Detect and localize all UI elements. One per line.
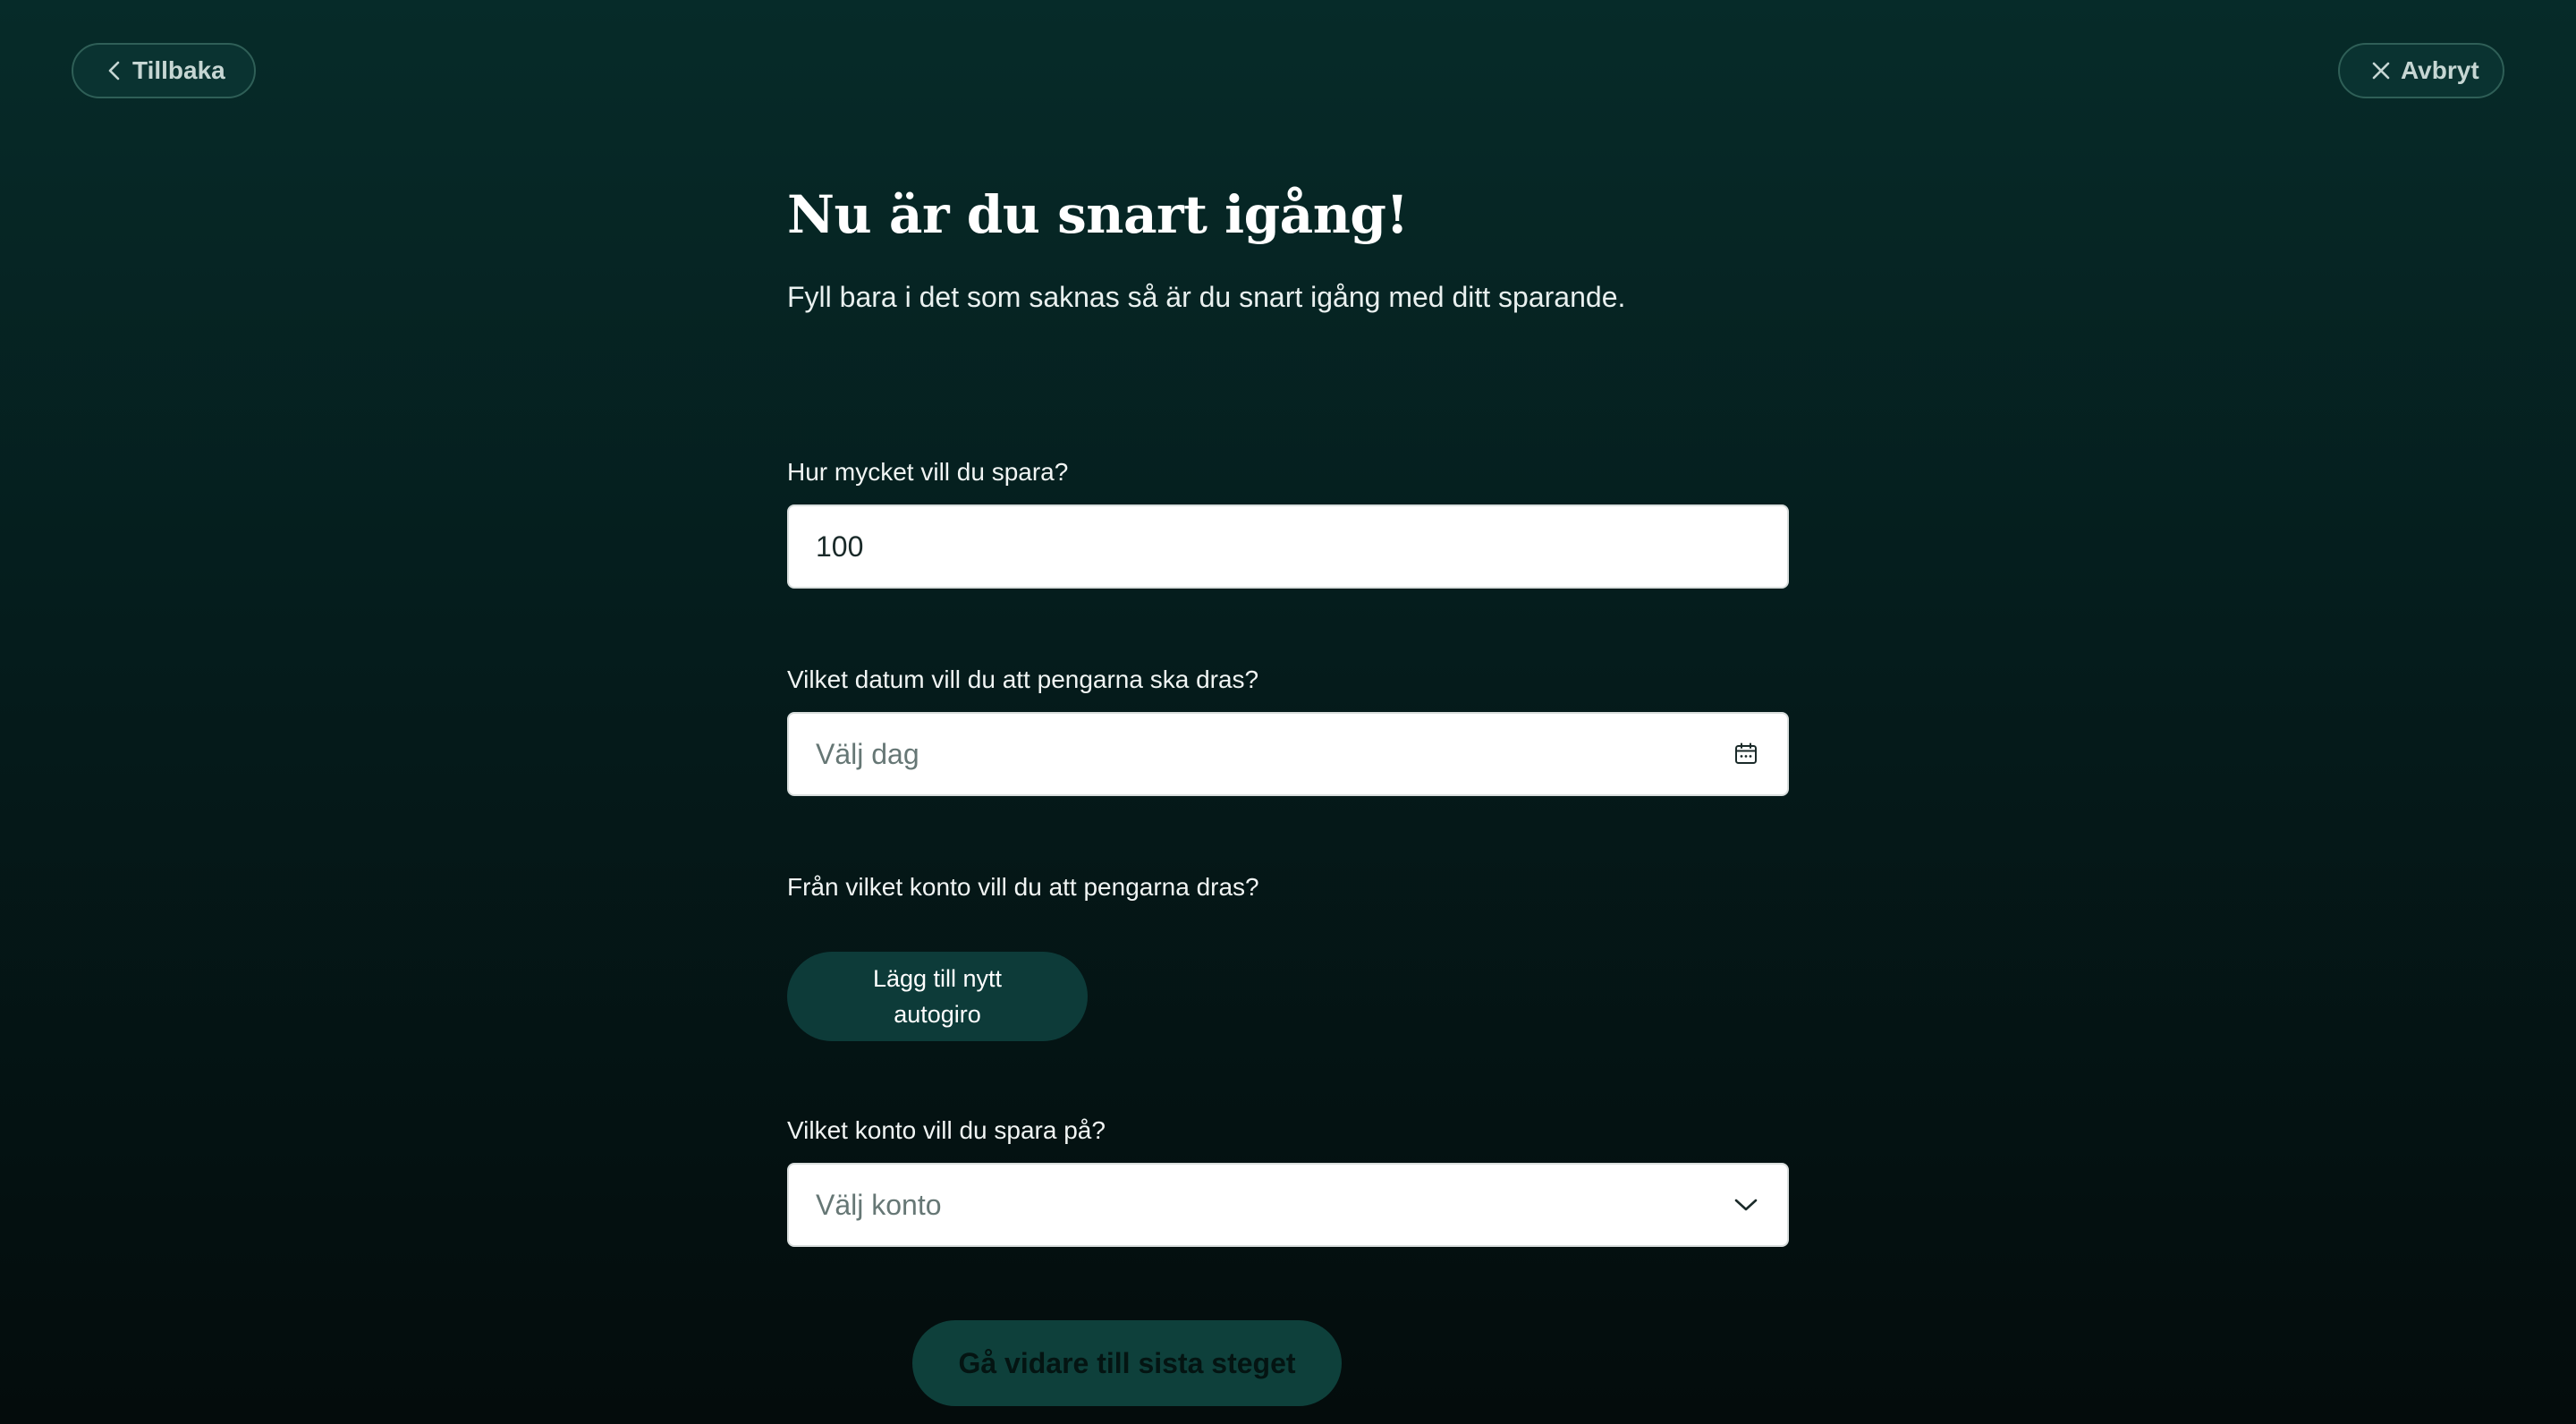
close-icon bbox=[2370, 60, 2392, 81]
chevron-left-icon bbox=[106, 60, 123, 81]
date-picker[interactable]: Välj dag bbox=[787, 712, 1789, 796]
account-select-placeholder: Välj konto bbox=[816, 1188, 942, 1221]
source-account-label: Från vilket konto vill du att pengarna d… bbox=[787, 873, 1259, 901]
amount-label: Hur mycket vill du spara? bbox=[787, 458, 1069, 486]
account-select[interactable]: Välj konto bbox=[787, 1163, 1789, 1247]
add-autogiro-button[interactable]: Lägg till nytt autogiro bbox=[787, 952, 1088, 1041]
page-title: Nu är du snart igång! bbox=[787, 184, 1409, 245]
date-placeholder: Välj dag bbox=[816, 737, 919, 770]
amount-field[interactable] bbox=[787, 504, 1789, 589]
cancel-button-label: Avbryt bbox=[2401, 56, 2479, 84]
chevron-down-icon bbox=[1732, 1191, 1760, 1219]
back-button[interactable]: Tillbaka bbox=[72, 43, 256, 98]
page-subtitle: Fyll bara i det som saknas så är du snar… bbox=[787, 281, 1626, 313]
cancel-button[interactable]: Avbryt bbox=[2338, 43, 2504, 98]
next-step-button[interactable]: Gå vidare till sista steget bbox=[912, 1320, 1342, 1406]
add-autogiro-button-label: Lägg till nytt autogiro bbox=[872, 965, 1003, 1028]
amount-input[interactable] bbox=[816, 530, 1760, 564]
target-account-label: Vilket konto vill du spara på? bbox=[787, 1116, 1106, 1144]
calendar-icon[interactable] bbox=[1732, 740, 1760, 768]
date-label: Vilket datum vill du att pengarna ska dr… bbox=[787, 665, 1259, 693]
back-button-label: Tillbaka bbox=[132, 56, 225, 84]
next-step-button-label: Gå vidare till sista steget bbox=[958, 1346, 1296, 1379]
